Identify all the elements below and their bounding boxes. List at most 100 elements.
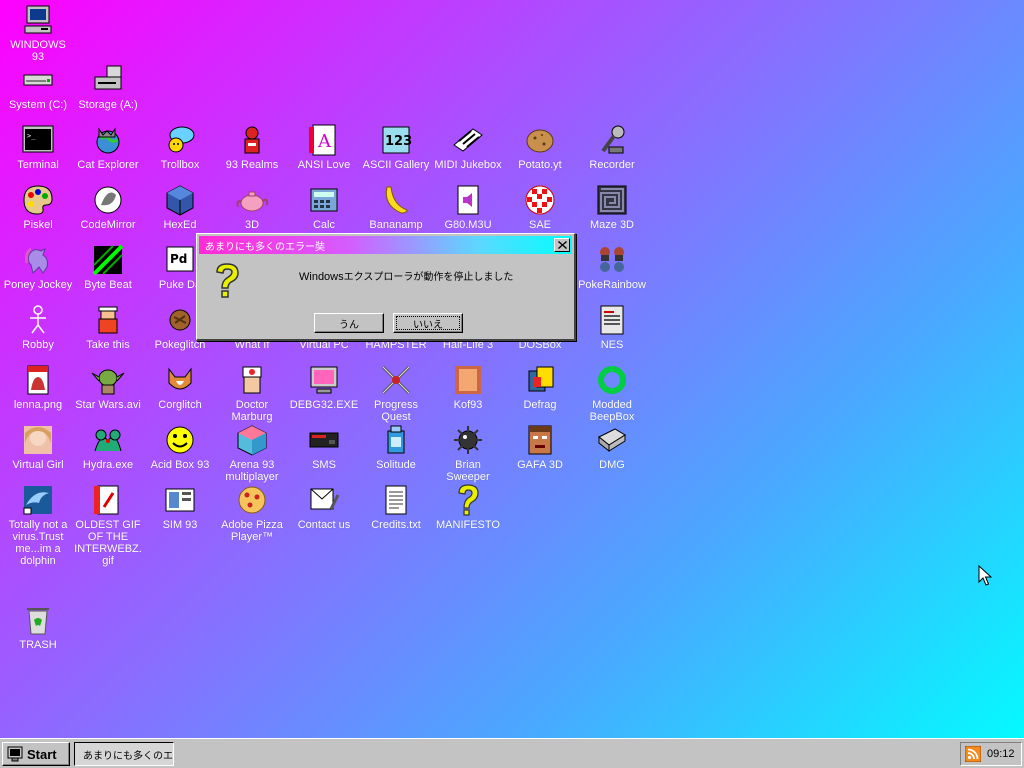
desktop-icon[interactable]: A ANSI Love — [289, 123, 359, 171]
desktop-icon[interactable]: SAE — [505, 183, 575, 231]
desktop-icon-label: System (C:) — [8, 99, 68, 111]
desktop-icon[interactable]: HexEd — [145, 183, 215, 231]
desktop-icon[interactable]: Potato.yt — [505, 123, 575, 171]
start-button[interactable]: Start — [2, 742, 70, 766]
desktop-icon[interactable]: Star Wars.avi — [73, 363, 143, 411]
desktop-icon[interactable]: G80.M3U — [433, 183, 503, 231]
ring-icon — [595, 363, 629, 397]
desktop-icon[interactable]: Trollbox — [145, 123, 215, 171]
desktop-icon-label: SMS — [312, 459, 336, 471]
fighter-icon — [451, 363, 485, 397]
dialog-close-button[interactable] — [554, 238, 570, 252]
desktop-icon-label: SAE — [528, 219, 551, 231]
desktop-icon[interactable]: Calc — [289, 183, 359, 231]
desktop-icon-label: Take this — [86, 339, 130, 351]
palette-icon — [21, 183, 55, 217]
desktop-icon[interactable]: Robby — [3, 303, 73, 351]
desktop-icon-label: Adobe Pizza Player™ — [221, 519, 283, 543]
desktop-icon[interactable]: Credits.txt — [361, 483, 431, 531]
desktop-icon-label: Modded BeepBox — [589, 399, 635, 423]
desktop-icon[interactable]: lenna.png — [3, 363, 73, 411]
desktop-icon[interactable]: 123 ASCII Gallery — [361, 123, 431, 171]
desktop-icon[interactable]: Corglitch — [145, 363, 215, 411]
desktop-icon-label: Maze 3D — [589, 219, 635, 231]
desktop-icon-label: SIM 93 — [162, 519, 198, 531]
desktop-icon[interactable]: Contact us — [289, 483, 359, 531]
error-dialog: あまりにも多くのエラー奘 Windowsエクスプローラが動作を停止しました うん… — [196, 233, 576, 341]
pony-icon — [21, 243, 55, 277]
desktop-icon[interactable]: CodeMirror — [73, 183, 143, 231]
desktop-icon[interactable]: TRASH — [3, 603, 73, 651]
desktop-icon-label: Contact us — [297, 519, 351, 531]
desktop-icon[interactable]: Defrag — [505, 363, 575, 411]
desktop-icon[interactable]: Piskel — [3, 183, 73, 231]
desktop-icon[interactable]: Adobe Pizza Player™ — [217, 483, 287, 543]
desktop-icon-label: ANSI Love — [297, 159, 351, 171]
desktop-icon[interactable]: Maze 3D — [577, 183, 647, 231]
desktop-icon[interactable]: Kof93 — [433, 363, 503, 411]
desktop-icon[interactable]: Doctor Marburg — [217, 363, 287, 423]
yes-button[interactable]: うん — [314, 313, 384, 333]
gif-file-icon — [91, 483, 125, 517]
desktop-icon-label: MIDI Jukebox — [434, 159, 502, 171]
dolphin-icon — [21, 483, 55, 517]
rss-icon[interactable] — [965, 746, 981, 762]
desktop-icon[interactable]: MANIFESTO — [433, 483, 503, 531]
desktop-icon[interactable]: OLDEST GIF OF THE INTERWEBZ.gif — [73, 483, 143, 567]
gameboy-icon — [595, 423, 629, 457]
desktop-icon[interactable]: Recorder — [577, 123, 647, 171]
desktop-icon-label: Recorder — [589, 159, 635, 171]
desktop-icon[interactable]: Brian Sweeper — [433, 423, 503, 483]
no-button[interactable]: いいえ — [393, 313, 463, 333]
desktop-icon[interactable]: DMG — [577, 423, 647, 471]
desktop-icon[interactable]: Storage (A:) — [73, 63, 143, 111]
ansi-icon: A — [307, 123, 341, 157]
desktop-icon[interactable]: MIDI Jukebox — [433, 123, 503, 171]
drive-icon — [21, 63, 55, 97]
desktop-icon[interactable]: Cat Explorer — [73, 123, 143, 171]
pokerainbow-icon — [595, 243, 629, 277]
desktop-icon[interactable]: 3D — [217, 183, 287, 231]
desktop-icon-label: Totally not a virus.Trust me...im a dolp… — [8, 519, 68, 567]
desktop-icon[interactable]: Virtual Girl — [3, 423, 73, 471]
desktop-icon[interactable]: NES — [577, 303, 647, 351]
desktop-icon-label: NES — [600, 339, 624, 351]
desktop-icon[interactable]: Hydra.exe — [73, 423, 143, 471]
desktop-icon-label: Doctor Marburg — [231, 399, 273, 423]
desktop-icon-label: Puke Da — [158, 279, 202, 291]
desktop-icon[interactable]: Arena 93 multiplayer — [217, 423, 287, 483]
desktop-icon-label: Arena 93 multiplayer — [225, 459, 279, 483]
desktop-icon[interactable]: SMS — [289, 423, 359, 471]
desktop-icon[interactable]: Take this — [73, 303, 143, 351]
taskbar-item-error-dialog[interactable]: あまりにも多くのエ... — [74, 742, 174, 766]
cube-icon — [163, 183, 197, 217]
desktop-icon[interactable]: 93 Realms — [217, 123, 287, 171]
sim-icon — [163, 483, 197, 517]
desktop-icon[interactable]: Acid Box 93 — [145, 423, 215, 471]
desktop-icon[interactable]: GAFA 3D — [505, 423, 575, 471]
desktop-icon[interactable]: Bananamp — [361, 183, 431, 231]
desktop-icon[interactable]: Modded BeepBox — [577, 363, 647, 423]
ascii-icon: 123 — [379, 123, 413, 157]
contact-icon — [307, 483, 341, 517]
desktop-icon[interactable]: System (C:) — [3, 63, 73, 111]
desktop-icon[interactable]: Poney Jockey — [3, 243, 73, 291]
desktop-icon[interactable]: Progress Quest — [361, 363, 431, 423]
desktop-icon-label: Acid Box 93 — [150, 459, 210, 471]
desktop-icon[interactable]: SIM 93 — [145, 483, 215, 531]
mouse-cursor-icon — [978, 565, 992, 586]
dialog-titlebar[interactable]: あまりにも多くのエラー奘 — [199, 236, 572, 254]
desktop-icon-label: Defrag — [523, 399, 557, 411]
desktop-icon[interactable]: DEBG32.EXE — [289, 363, 359, 411]
debug-monitor-icon — [307, 363, 341, 397]
desktop-icon[interactable]: WINDOWS 93 — [3, 3, 73, 63]
desktop-icon-label: Kof93 — [453, 399, 483, 411]
desktop-icon[interactable]: Totally not a virus.Trust me...im a dolp… — [3, 483, 73, 567]
desktop-icon[interactable]: Byte Beat — [73, 243, 143, 291]
desktop-icon[interactable]: >_ Terminal — [3, 123, 73, 171]
desktop-icon[interactable]: PokeRainbow — [577, 243, 647, 291]
smiley-icon — [163, 423, 197, 457]
desktop-icon[interactable]: Solitude — [361, 423, 431, 471]
desktop-icon-label: Terminal — [17, 159, 59, 171]
svg-text:Pd: Pd — [170, 252, 187, 266]
